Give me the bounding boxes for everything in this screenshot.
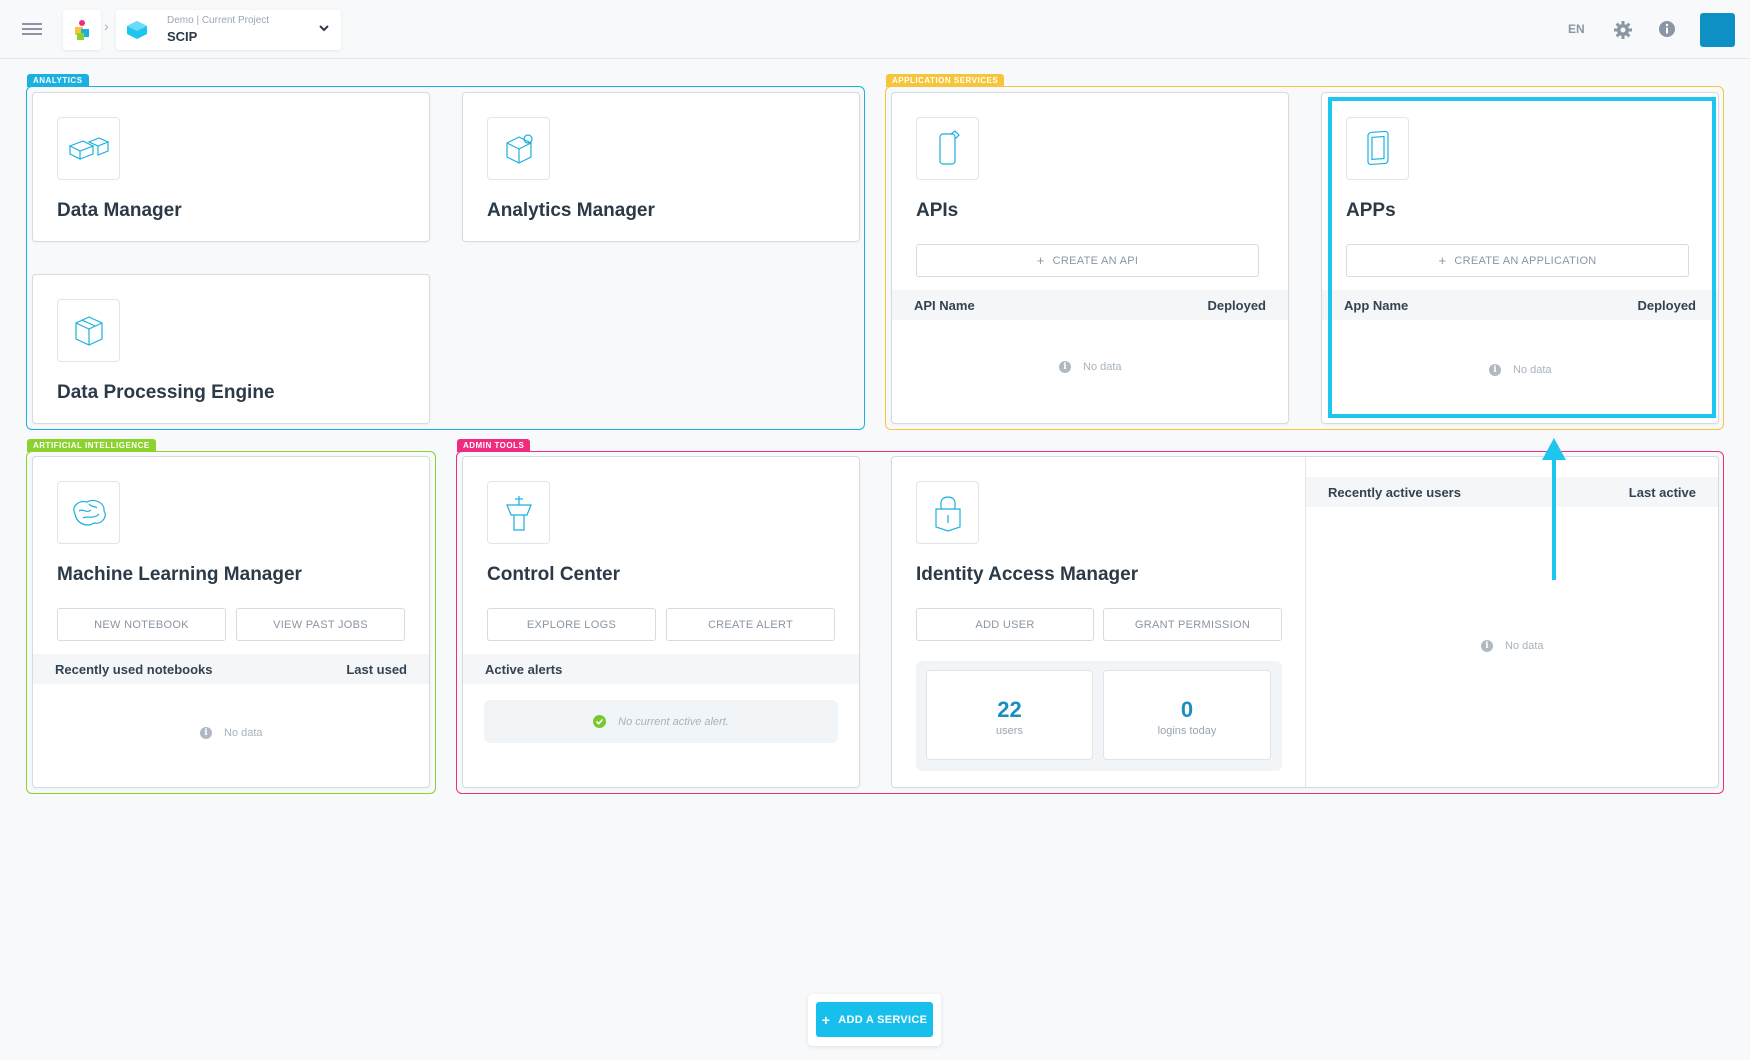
ml-manager-title: Machine Learning Manager: [57, 564, 302, 585]
no-active-alert: No current active alert.: [484, 700, 838, 743]
analytics-cube-icon: [505, 133, 533, 164]
check-circle-icon: [593, 715, 607, 728]
logins-stat: 0 logins today: [1103, 670, 1271, 760]
info-icon: i: [1059, 361, 1071, 373]
info-icon: i: [200, 727, 212, 739]
apis-card[interactable]: APIs + CREATE AN API API Name Deployed i…: [891, 92, 1289, 424]
apis-icon-box: [916, 117, 979, 180]
users-stat: 22 users: [926, 670, 1093, 760]
application-services-group-tag: APPLICATION SERVICES: [886, 74, 1005, 87]
plus-icon: +: [821, 1011, 831, 1028]
plus-icon: +: [1036, 253, 1045, 268]
ml-col-notebooks: Recently used notebooks: [55, 662, 213, 677]
phone-api-icon: [938, 129, 960, 165]
add-service-label: ADD A SERVICE: [838, 1013, 928, 1026]
control-center-section-header: Active alerts: [463, 654, 859, 684]
control-center-icon-box: [487, 481, 550, 544]
ml-table-header: Recently used notebooks Last used: [33, 654, 429, 684]
view-past-jobs-button[interactable]: VIEW PAST JOBS: [236, 608, 405, 641]
project-name: SCIP: [167, 29, 198, 44]
analytics-manager-card[interactable]: Analytics Manager: [462, 92, 860, 242]
ml-col-last-used: Last used: [346, 662, 407, 677]
info-icon[interactable]: [1658, 20, 1676, 38]
apps-highlight-frame: [1328, 97, 1716, 418]
breadcrumb-separator: ›: [104, 18, 109, 34]
last-active-col: Last active: [1628, 485, 1696, 500]
ai-group-tag: ARTIFICIAL INTELLIGENCE: [27, 439, 156, 452]
iam-icon-box: [916, 481, 979, 544]
recent-users-header: Recently active users Last active: [1306, 477, 1718, 507]
iam-stats: 22 users 0 logins today: [916, 661, 1282, 771]
analytics-manager-title: Analytics Manager: [487, 200, 655, 221]
box-icon: [74, 315, 103, 346]
identity-access-manager-card[interactable]: Identity Access Manager ADD USER GRANT P…: [891, 456, 1719, 788]
ml-icon-box: [57, 481, 120, 544]
ml-no-data-label: No data: [224, 727, 263, 739]
control-center-card[interactable]: Control Center EXPLORE LOGS CREATE ALERT…: [462, 456, 860, 788]
users-count: 22: [997, 697, 1022, 722]
analytics-group-tag: ANALYTICS: [27, 74, 89, 87]
apis-no-data: i No data: [1059, 361, 1122, 373]
brain-icon: [72, 499, 106, 525]
add-user-button[interactable]: ADD USER: [916, 608, 1094, 641]
data-manager-title: Data Manager: [57, 200, 182, 221]
no-active-alert-label: No current active alert.: [618, 715, 729, 728]
project-cube-icon: [127, 21, 147, 39]
recent-users-col: Recently active users: [1328, 485, 1461, 500]
explore-logs-button[interactable]: EXPLORE LOGS: [487, 608, 656, 641]
dpe-title: Data Processing Engine: [57, 382, 275, 403]
apis-title: APIs: [916, 200, 959, 221]
data-manager-icon-box: [57, 117, 120, 180]
control-tower-icon: [505, 495, 532, 531]
users-label: users: [996, 725, 1023, 737]
menu-icon[interactable]: [22, 20, 42, 38]
language-selector[interactable]: EN: [1568, 22, 1585, 36]
analytics-manager-icon-box: [487, 117, 550, 180]
user-avatar[interactable]: [1700, 13, 1735, 47]
control-center-title: Control Center: [487, 564, 620, 585]
grant-permission-button[interactable]: GRANT PERMISSION: [1103, 608, 1282, 641]
app-logo[interactable]: [63, 10, 101, 50]
chevron-down-icon: [319, 25, 329, 32]
apis-table-header: API Name Deployed: [892, 290, 1288, 320]
pointer-arrow-head: [1542, 438, 1566, 460]
logins-label: logins today: [1157, 725, 1217, 737]
create-alert-button[interactable]: CREATE ALERT: [666, 608, 835, 641]
ml-no-data: i No data: [200, 727, 263, 739]
dpe-icon-box: [57, 299, 120, 362]
logo-icon: [75, 20, 89, 40]
top-bar: › Demo | Current Project SCIP EN: [0, 0, 1750, 59]
data-processing-engine-card[interactable]: Data Processing Engine: [32, 274, 430, 424]
apis-col-deployed: Deployed: [1207, 298, 1266, 313]
recent-users-no-data: i No data: [1481, 640, 1544, 652]
project-subtitle: Demo | Current Project: [167, 15, 270, 26]
project-selector[interactable]: Demo | Current Project SCIP: [116, 10, 341, 50]
apis-col-name: API Name: [914, 298, 975, 313]
recent-users-no-data-label: No data: [1505, 640, 1544, 652]
data-manager-card[interactable]: Data Manager: [32, 92, 430, 242]
boxes-icon: [68, 136, 110, 160]
ml-manager-card[interactable]: Machine Learning Manager NEW NOTEBOOK VI…: [32, 456, 430, 788]
apis-no-data-label: No data: [1083, 361, 1122, 373]
new-notebook-button[interactable]: NEW NOTEBOOK: [57, 608, 226, 641]
active-alerts-heading: Active alerts: [485, 662, 563, 677]
lock-icon: [934, 495, 961, 532]
admin-tools-group-tag: ADMIN TOOLS: [457, 439, 531, 452]
logins-count: 0: [1180, 697, 1194, 722]
iam-title: Identity Access Manager: [916, 564, 1139, 585]
create-api-button[interactable]: + CREATE AN API: [916, 244, 1259, 277]
add-service-container: + ADD A SERVICE: [808, 994, 941, 1046]
create-api-label: CREATE AN API: [1052, 254, 1139, 267]
gear-icon[interactable]: [1613, 20, 1633, 40]
add-service-button[interactable]: + ADD A SERVICE: [816, 1002, 933, 1037]
info-icon: i: [1481, 640, 1493, 652]
pointer-arrow-shaft: [1552, 455, 1556, 580]
